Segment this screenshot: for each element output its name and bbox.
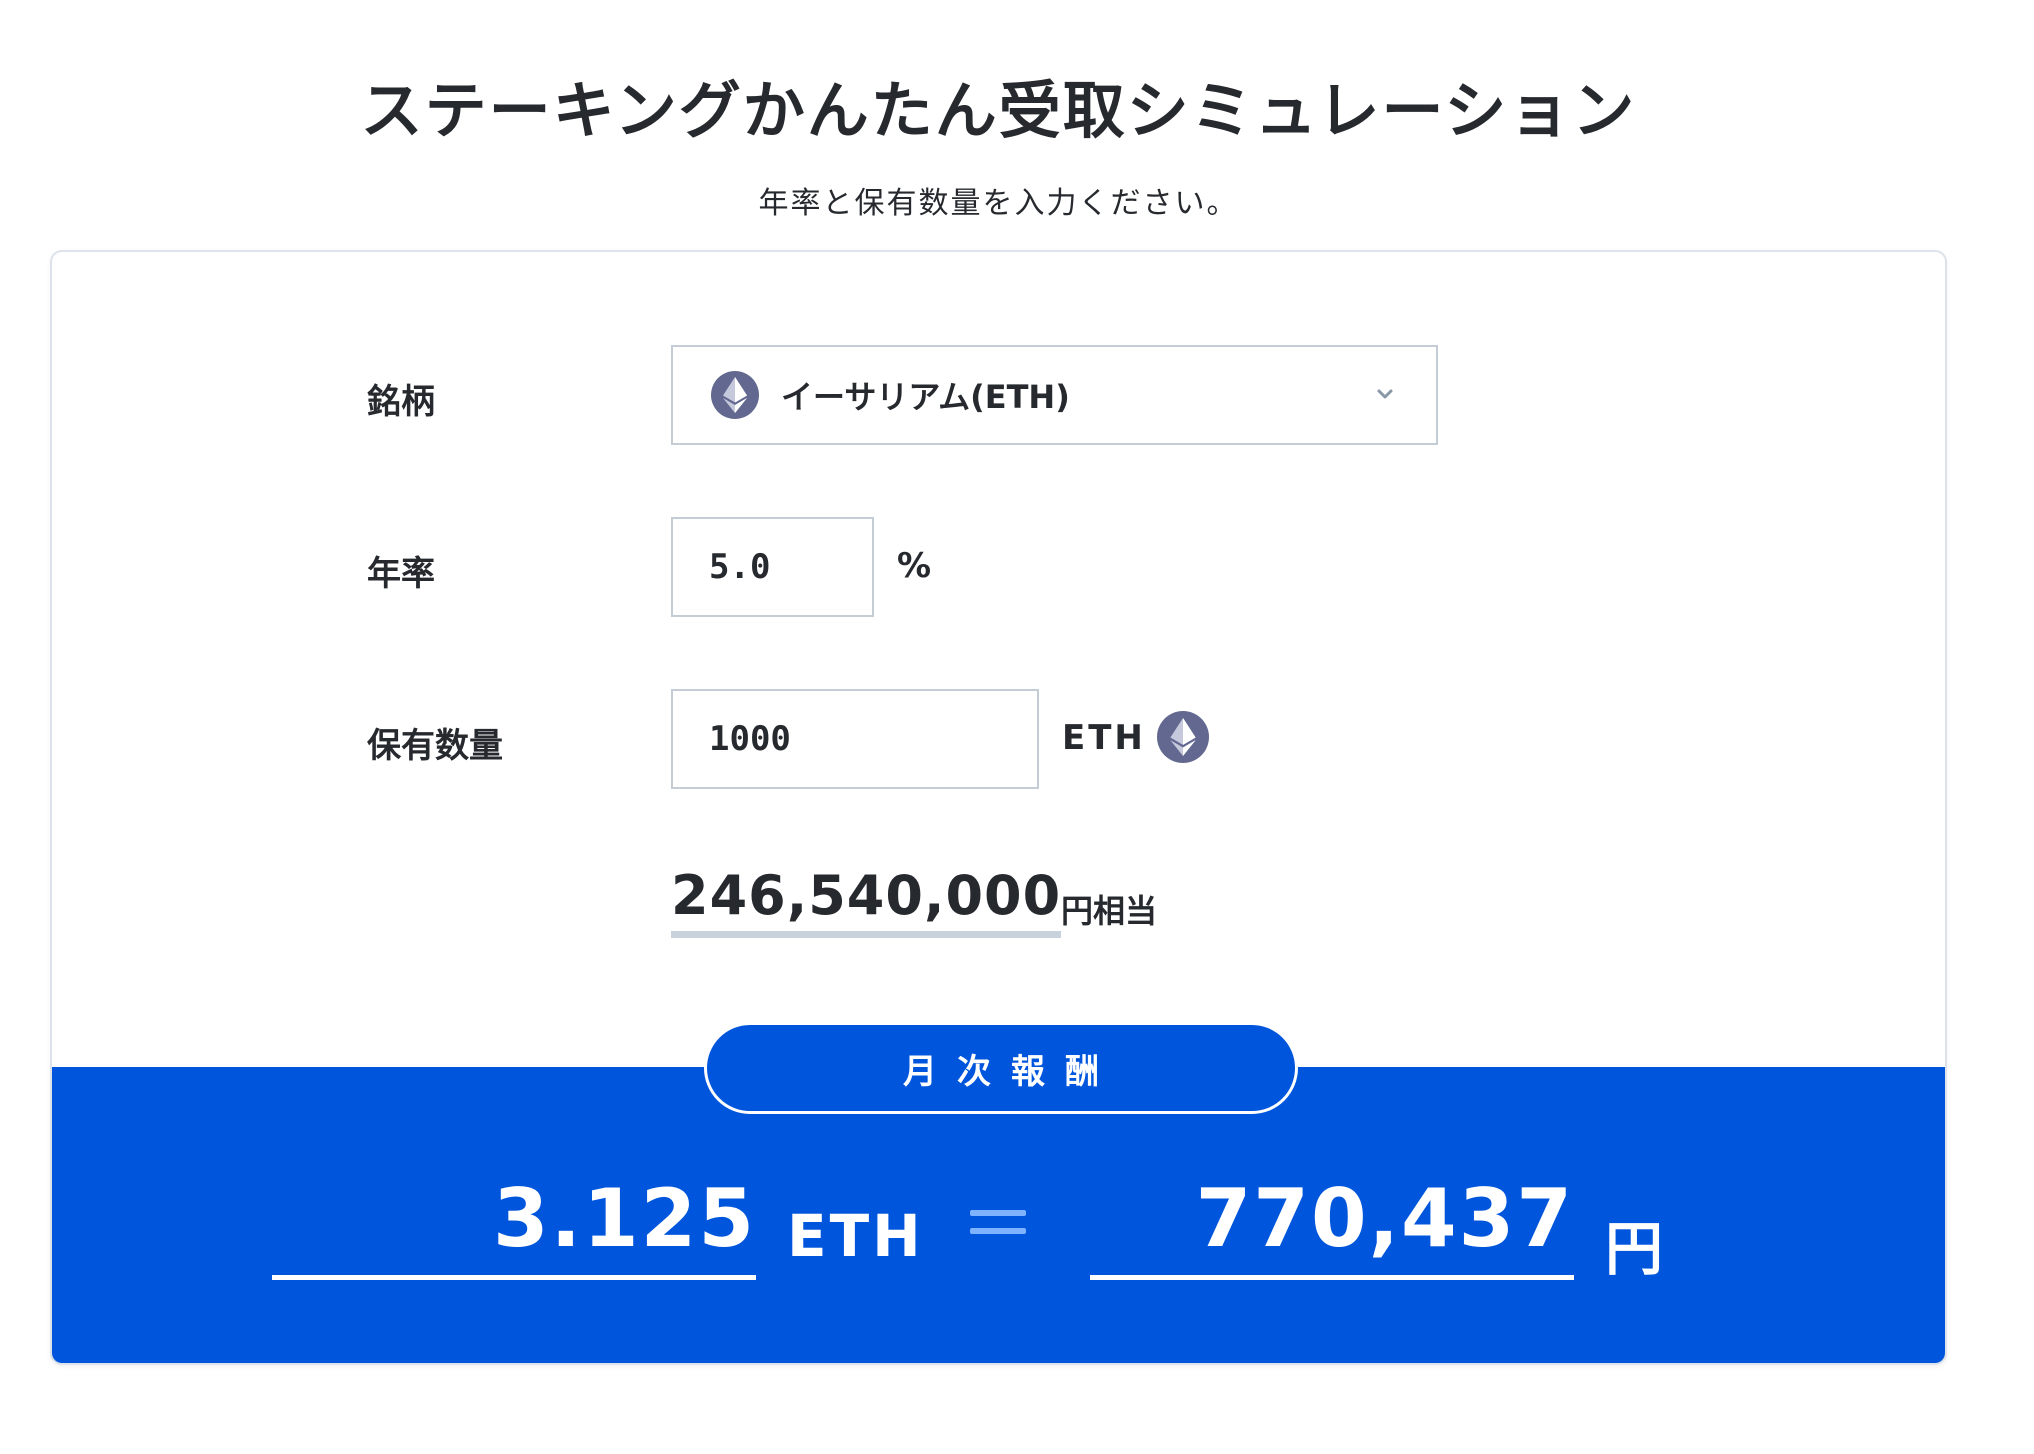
rate-unit: % [897, 546, 932, 586]
reward-jpy-value: 770,437 [1090, 1177, 1574, 1280]
rate-label: 年率 [367, 554, 435, 594]
jpy-equivalent-suffix: 円相当 [1061, 892, 1158, 930]
staking-simulator-page: ステーキングかんたん受取シミュレーション 年率と保有数量を入力ください。 銘柄 … [0, 0, 2034, 1454]
reward-eth-unit: ETH [787, 1202, 924, 1270]
reward-jpy-unit: 円 [1605, 1215, 1667, 1283]
ethereum-icon [1157, 711, 1209, 763]
chevron-down-icon [1377, 389, 1393, 399]
monthly-reward-badge: 月次報酬 [704, 1022, 1298, 1114]
quantity-unit: ETH [1062, 718, 1146, 758]
coin-label: 銘柄 [367, 382, 435, 422]
jpy-equivalent-value: 246,540,000 [671, 864, 1062, 938]
page-subtitle: 年率と保有数量を入力ください。 [758, 186, 1239, 221]
quantity-label: 保有数量 [367, 726, 503, 766]
reward-eth-value: 3.125 [272, 1177, 756, 1280]
quantity-input[interactable]: 1000 [671, 689, 1039, 789]
page-title: ステーキングかんたん受取シミュレーション [360, 74, 1637, 147]
simulator-card: 銘柄 イーサリアム(ETH) 年率 5.0 % 保有数量 1000 ETH 24… [50, 250, 1947, 1365]
equals-icon [970, 1210, 1026, 1236]
coin-select[interactable]: イーサリアム(ETH) [671, 345, 1438, 445]
rate-input[interactable]: 5.0 [671, 517, 874, 617]
ethereum-icon [711, 371, 759, 419]
coin-select-value: イーサリアム(ETH) [781, 378, 1070, 416]
